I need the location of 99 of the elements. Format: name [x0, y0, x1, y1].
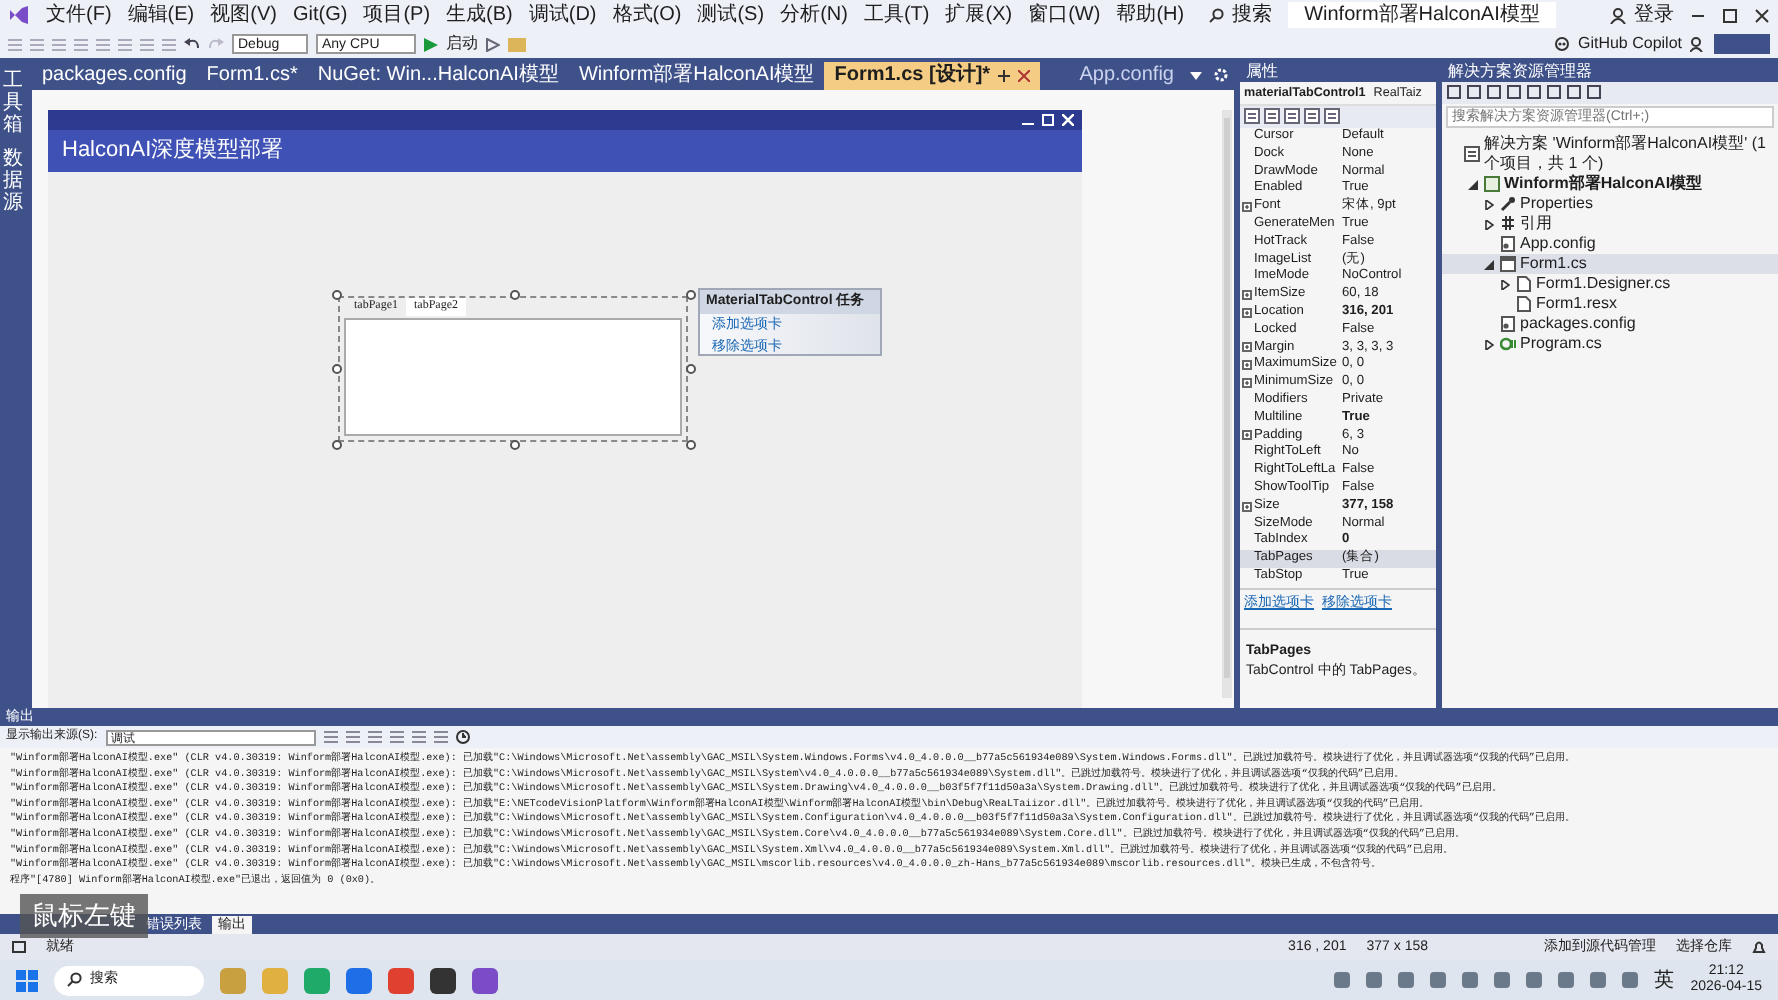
toolbar-square-icon[interactable]: [1506, 84, 1522, 100]
toolbar-lines-icon[interactable]: [433, 730, 448, 744]
menu-item[interactable]: 生成(B): [446, 0, 513, 30]
windows-icon[interactable]: [16, 969, 38, 991]
side-tab[interactable]: 数据源: [3, 148, 23, 214]
panel-title: 解决方案资源管理器: [1442, 62, 1778, 82]
tree-item[interactable]: Program.cs: [1442, 334, 1778, 354]
side-tab[interactable]: 工具箱: [3, 70, 23, 136]
toolbar-square-icon[interactable]: [1446, 84, 1462, 100]
toolbar-lines-icon[interactable]: [389, 730, 404, 744]
form-icon: [1500, 256, 1516, 272]
resize-handle[interactable]: [686, 364, 696, 374]
references-icon: [1500, 216, 1516, 232]
search-box[interactable]: 搜索: [1208, 0, 1273, 30]
resize-handle[interactable]: [510, 440, 520, 450]
panel-title: 属性: [1240, 62, 1436, 82]
menu-item[interactable]: 格式(O): [612, 0, 682, 30]
tree-item[interactable]: Winform部署HalconAI模型: [1442, 174, 1778, 194]
menu-item[interactable]: 视图(V): [210, 0, 277, 30]
tree-item[interactable]: Properties: [1442, 194, 1778, 214]
expand-arrow-icon[interactable]: [1484, 219, 1494, 229]
menu-item[interactable]: 帮助(H): [1116, 0, 1185, 30]
tree-item[interactable]: packages.config: [1442, 314, 1778, 334]
play-outline-icon[interactable]: [486, 37, 500, 51]
document-tab[interactable]: NuGet: Win...HalconAI模型: [307, 62, 569, 90]
search-icon: [1208, 7, 1225, 23]
app-icon[interactable]: [472, 967, 498, 993]
resize-handle[interactable]: [510, 290, 520, 300]
toolbar-lines-icon[interactable]: [323, 730, 338, 744]
menu-item[interactable]: Git(G): [292, 0, 348, 30]
toolbar-square-icon[interactable]: [1586, 84, 1602, 100]
tree-item[interactable]: 解决方案 'Winform部署HalconAI模型' (1 个项目，共 1 个): [1442, 134, 1778, 174]
search-icon: [66, 972, 82, 988]
document-tab[interactable]: App.config: [1069, 62, 1184, 90]
toolbar-square-icon[interactable]: [1566, 84, 1582, 100]
form-title: HalconAI深度模型部署: [62, 138, 284, 162]
copilot-button[interactable]: GitHub Copilot: [1553, 32, 1682, 56]
toolbar-lines-icon[interactable]: [345, 730, 360, 744]
status-icon: [12, 940, 26, 954]
collapse-arrow-icon[interactable]: [1484, 259, 1494, 269]
menu-item[interactable]: 工具(T): [863, 0, 930, 30]
toolbar-square-icon[interactable]: [1486, 84, 1502, 100]
key-overlay: 鼠标左键: [20, 894, 148, 937]
input-language[interactable]: 英: [1654, 965, 1675, 995]
dropdown-icon[interactable]: [1190, 70, 1202, 82]
expand-arrow-icon[interactable]: [1484, 339, 1494, 349]
play-icon: [424, 37, 438, 51]
tree-item[interactable]: App.config: [1442, 234, 1778, 254]
solution-title: Winform部署HalconAI模型: [1288, 2, 1556, 28]
start-button[interactable]: 启动: [424, 32, 478, 56]
menu-item[interactable]: 文件(F): [46, 0, 112, 30]
wrench-icon: [1500, 196, 1516, 212]
expand-arrow-icon[interactable]: [1500, 279, 1510, 289]
resize-handle[interactable]: [332, 290, 342, 300]
app-icon[interactable]: [430, 967, 456, 993]
resize-handle[interactable]: [332, 440, 342, 450]
toolbar-square-icon[interactable]: [1466, 84, 1482, 100]
expand-arrow-icon[interactable]: [1484, 199, 1494, 209]
config-file-icon: [1500, 316, 1516, 332]
tree-item[interactable]: Form1.cs: [1442, 254, 1778, 274]
toolbar-grid-icon[interactable]: [1264, 108, 1280, 124]
undo-icon[interactable]: [184, 36, 200, 52]
maximize-icon[interactable]: [1722, 7, 1738, 23]
project-icon: [1484, 176, 1500, 192]
collapse-arrow-icon[interactable]: [1468, 179, 1478, 189]
menu-item[interactable]: 测试(S): [697, 0, 765, 30]
close-icon[interactable]: [1754, 7, 1770, 23]
solution-icon: [1464, 146, 1481, 162]
document-tab[interactable]: Form1.cs*: [196, 62, 308, 90]
menu-item[interactable]: 编辑(E): [127, 0, 195, 30]
user-icon: [1610, 7, 1626, 23]
menu-item[interactable]: 扩展(X): [945, 0, 1013, 30]
toolbar-grid-icon[interactable]: [1244, 108, 1260, 124]
menu-item[interactable]: 调试(D): [528, 0, 597, 30]
resize-handle[interactable]: [686, 290, 696, 300]
bell-icon[interactable]: [1752, 940, 1766, 954]
toolbar-grid-icon[interactable]: [1284, 108, 1300, 124]
toolbar-grid-icon[interactable]: [1324, 108, 1340, 124]
document-tab[interactable]: Form1.cs [设计]*: [824, 62, 1041, 90]
menu-item[interactable]: 项目(P): [363, 0, 431, 30]
clock-icon[interactable]: [455, 730, 470, 744]
toolbar-square-icon[interactable]: [1526, 84, 1542, 100]
logo-icon: [8, 4, 30, 26]
resize-handle[interactable]: [332, 364, 342, 374]
tree-item[interactable]: Form1.resx: [1442, 294, 1778, 314]
toolbar-lines-icon[interactable]: [367, 730, 382, 744]
tree-item[interactable]: Form1.Designer.cs: [1442, 274, 1778, 294]
toolbar-square-icon[interactable]: [1546, 84, 1562, 100]
document-tab[interactable]: packages.config: [32, 62, 197, 90]
toolbar-lines-icon[interactable]: [411, 730, 426, 744]
menu-item[interactable]: 窗口(W): [1028, 0, 1101, 30]
config-file-icon: [1500, 236, 1516, 252]
document-tab[interactable]: Winform部署HalconAI模型: [568, 62, 825, 90]
menu-item[interactable]: 分析(N): [780, 0, 848, 30]
toolbar-grid-icon[interactable]: [1304, 108, 1320, 124]
csharp-file-icon: [1500, 336, 1516, 352]
resize-handle[interactable]: [686, 440, 696, 450]
tree-item[interactable]: 引用: [1442, 214, 1778, 234]
sign-in-link[interactable]: 登录: [1610, 0, 1674, 30]
